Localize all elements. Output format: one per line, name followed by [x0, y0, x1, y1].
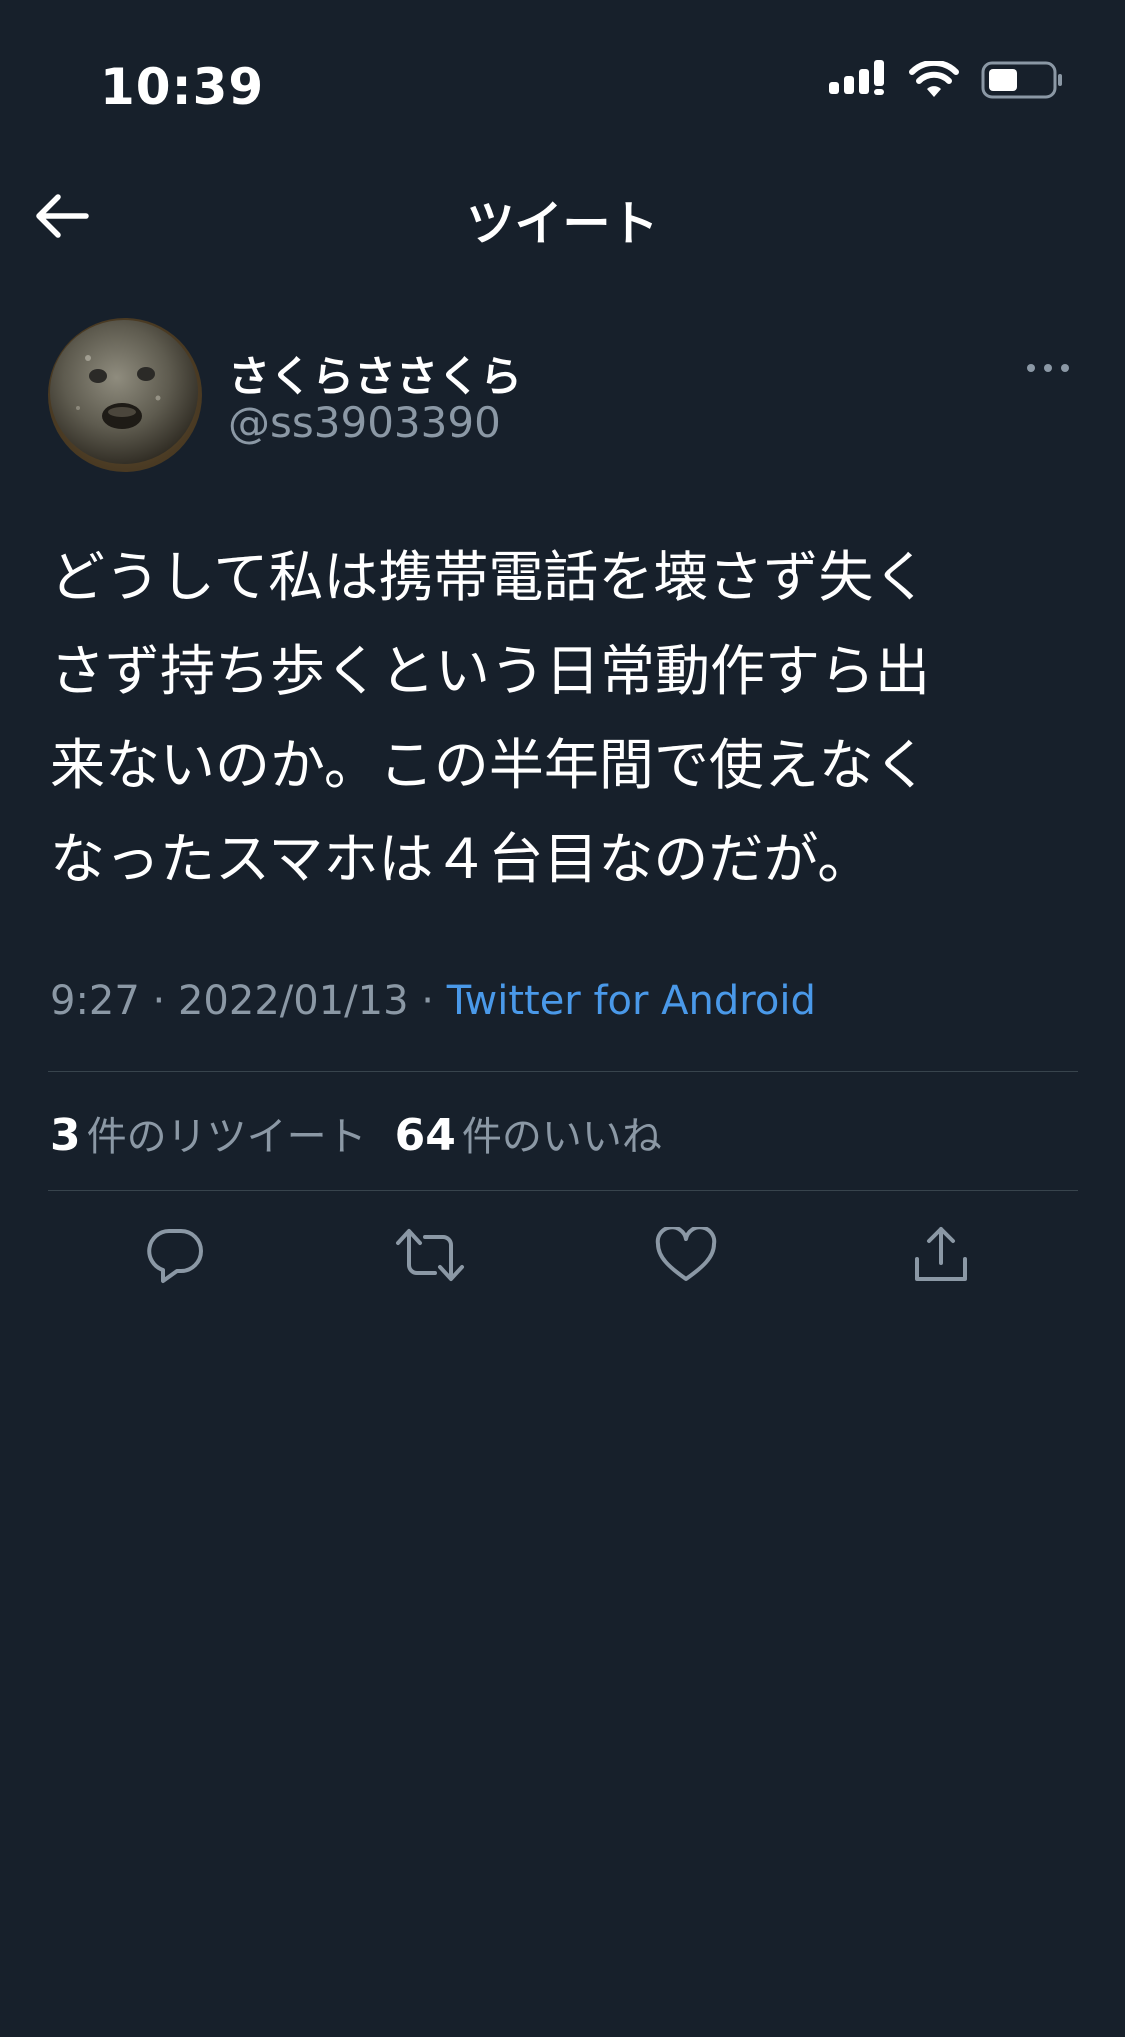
retweet-label: 件のリツイート: [86, 1114, 367, 1160]
tweet-source-link[interactable]: Twitter for Android: [447, 978, 816, 1024]
divider: [48, 1190, 1078, 1191]
like-count: 64: [394, 1110, 456, 1161]
divider: [48, 1071, 1078, 1072]
more-options-button[interactable]: [1018, 348, 1078, 388]
reply-button[interactable]: [140, 1220, 210, 1290]
share-button[interactable]: [906, 1220, 976, 1290]
page-title: ツイート: [466, 196, 659, 252]
share-icon: [915, 1227, 967, 1281]
likes-stat[interactable]: 64 件のいいね: [395, 1104, 662, 1162]
retweet-icon: [396, 1229, 464, 1281]
cellular-signal-icon: [829, 60, 887, 104]
more-icon: [1027, 364, 1069, 372]
meta-separator: ·: [421, 978, 434, 1024]
like-button[interactable]: [651, 1220, 721, 1290]
wifi-icon: [909, 59, 959, 103]
avatar[interactable]: [48, 318, 202, 472]
nav-header: ツイート: [0, 170, 1125, 260]
tweet-stats: 3 件のリツイート 64 件のいいね: [50, 1104, 662, 1162]
like-label: 件のいいね: [461, 1114, 662, 1160]
tweet-meta: 9:27 · 2022/01/13 · Twitter for Android: [50, 978, 816, 1024]
battery-icon: [981, 60, 1065, 104]
tweet-date: 2022/01/13: [177, 978, 409, 1024]
retweet-count: 3: [50, 1110, 81, 1161]
author-handle[interactable]: @ss3903390: [228, 398, 501, 447]
status-time: 10:39: [100, 58, 265, 116]
tweet-author: さくらささくら @ss3903390: [48, 318, 1078, 474]
status-bar: 10:39: [0, 0, 1125, 150]
status-icons: [829, 59, 1065, 104]
retweets-stat[interactable]: 3 件のリツイート: [50, 1104, 367, 1162]
reply-icon: [147, 1229, 203, 1283]
like-icon: [655, 1227, 717, 1281]
tweet-time: 9:27: [50, 978, 140, 1024]
retweet-button[interactable]: [395, 1220, 465, 1290]
tweet-actions: [48, 1220, 1078, 1290]
meta-separator: ·: [152, 978, 166, 1024]
author-display-name[interactable]: さくらささくら: [228, 343, 522, 404]
avatar-image: [48, 318, 202, 472]
tweet-text: どうして私は携帯電話を壊さず失く さず持ち歩くという日常動作すら出 来ないのか。…: [50, 545, 931, 891]
